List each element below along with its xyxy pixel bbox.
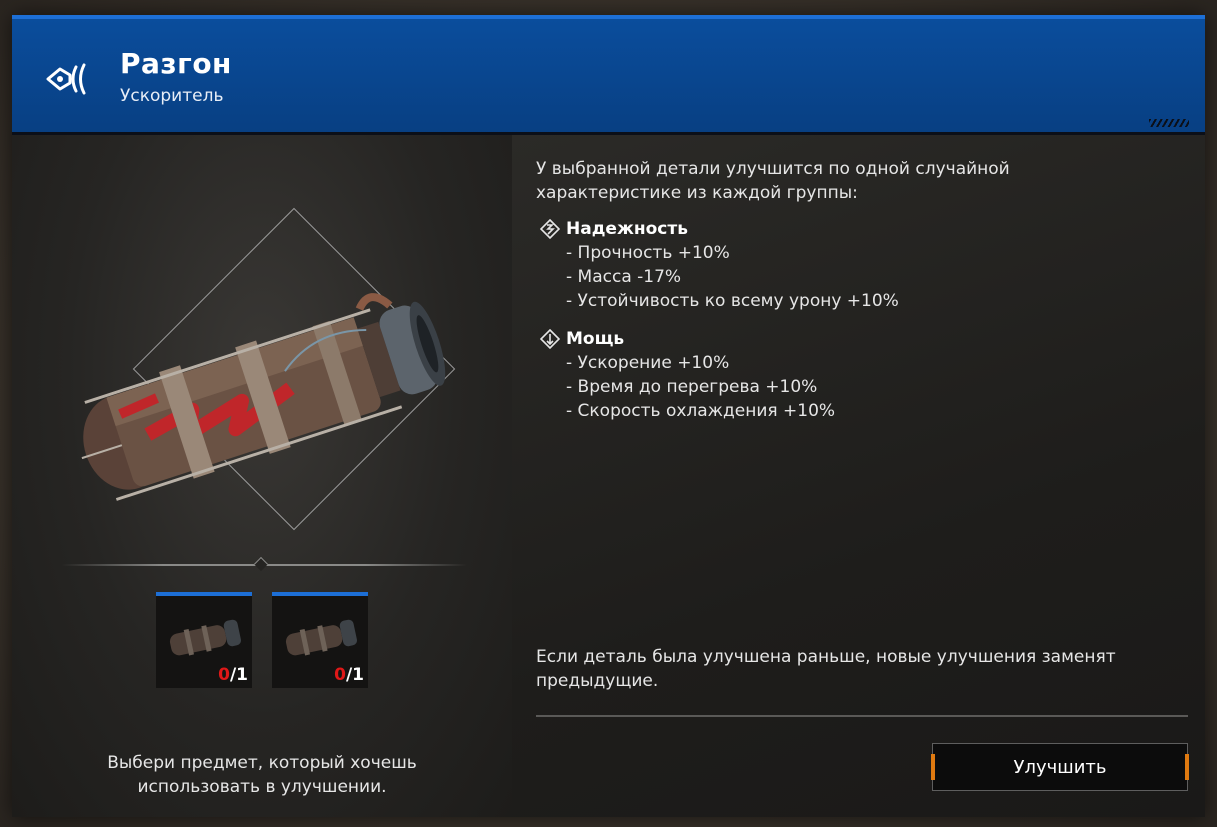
button-accent-left [931,754,935,780]
slot-count: 0/1 [334,665,364,685]
booster-thumbnail-icon [169,619,241,656]
upgrade-dialog: Разгон Ускоритель 0/1 0/1 Выбери предмет… [12,15,1205,817]
material-slot[interactable]: 0/1 [156,592,252,688]
stat-line: - Время до перегрева +10% [566,377,818,397]
stat-group-title: Надежность [566,219,688,239]
booster-thumbnail-icon [285,619,357,656]
panel-divider [536,715,1188,717]
item-divider-notch [253,556,269,572]
reliability-icon [540,219,560,239]
slot-count: 0/1 [218,665,248,685]
upgrade-description: У выбранной детали улучшится по одной сл… [536,159,1010,203]
header-decoration [1149,119,1189,127]
stat-group-reliability: Надежность - Прочность +10% - Масса -17%… [540,217,899,313]
stat-line: - Ускорение +10% [566,353,730,373]
dialog-header: Разгон Ускоритель [12,15,1205,145]
selection-hint: Выбери предмет, который хочешь использов… [107,753,417,797]
stat-line: - Масса -17% [566,267,682,287]
page-title: Разгон [120,47,232,80]
material-slot[interactable]: 0/1 [272,592,368,688]
item-panel: 0/1 0/1 Выбери предмет, который хочешь и… [12,135,512,817]
replacement-note: Если деталь была улучшена раньше, новые … [536,647,1116,691]
booster-item-image [81,293,446,501]
booster-icon [46,63,86,95]
power-icon [540,329,560,349]
upgrade-button-label: Улучшить [1013,756,1107,778]
page-subtitle: Ускоритель [120,86,224,106]
upgrade-button[interactable]: Улучшить [931,743,1189,791]
stat-line: - Скорость охлаждения +10% [566,401,836,421]
upgrade-info-panel: У выбранной детали улучшится по одной сл… [512,135,1205,817]
button-accent-right [1185,754,1189,780]
stat-group-power: Мощь - Ускорение +10% - Время до перегре… [540,327,835,423]
stat-line: - Устойчивость ко всему урону +10% [566,291,899,311]
stat-line: - Прочность +10% [566,243,730,263]
stat-group-title: Мощь [566,329,625,349]
